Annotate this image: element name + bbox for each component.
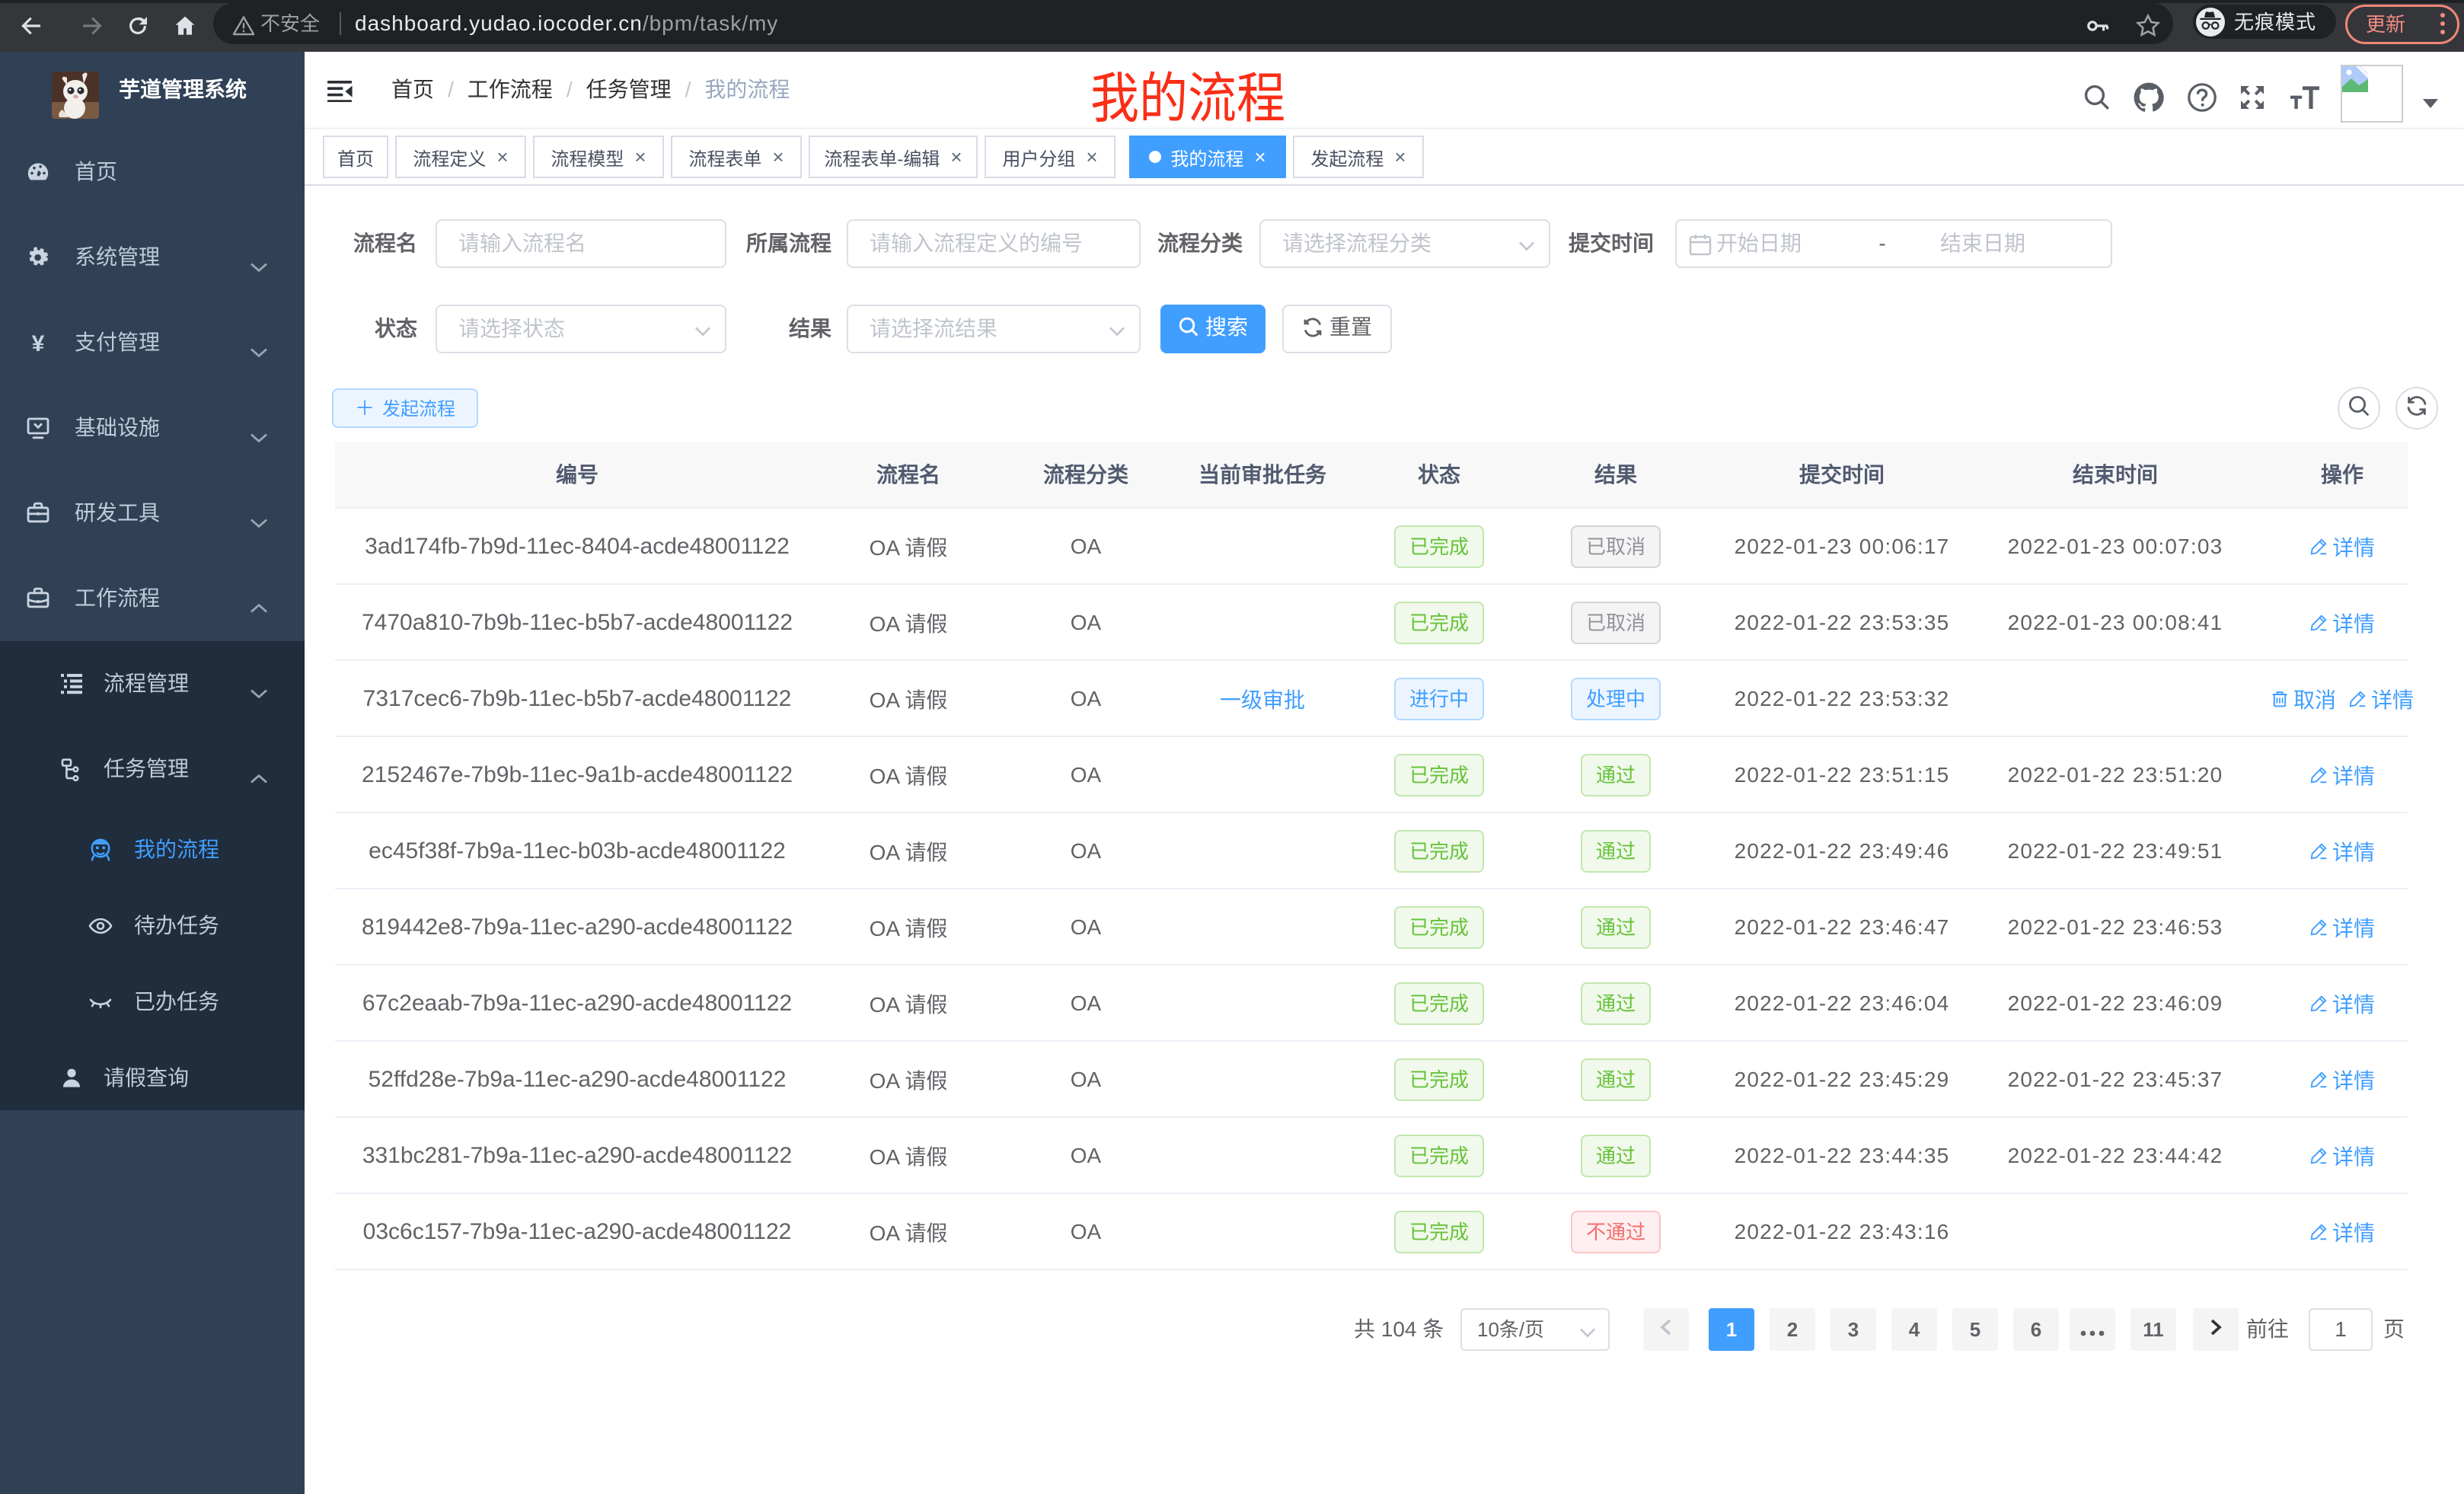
svg-text:¥: ¥ <box>32 331 45 355</box>
